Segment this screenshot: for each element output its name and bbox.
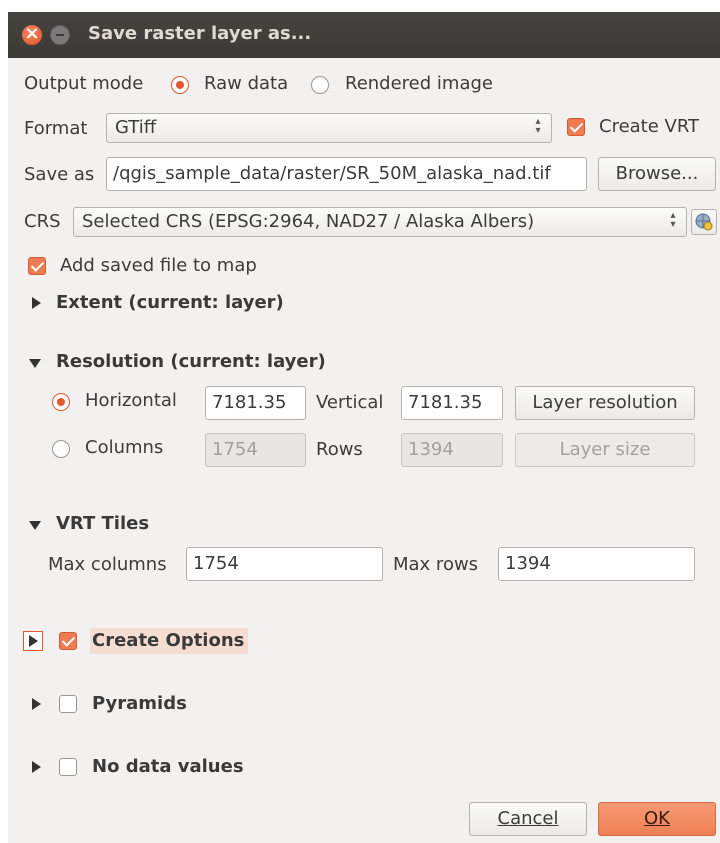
- crs-select[interactable]: Selected CRS (EPSG:2964, NAD27 / Alaska …: [73, 207, 687, 237]
- max-columns-label: Max columns: [48, 554, 167, 575]
- create-vrt-label[interactable]: Create VRT: [599, 116, 699, 137]
- horizontal-radio[interactable]: [52, 393, 70, 411]
- expand-create-options-button[interactable]: [23, 631, 43, 651]
- max-columns-input[interactable]: 1754: [186, 547, 383, 581]
- save-as-input[interactable]: /qgis_sample_data/raster/SR_50M_alaska_n…: [106, 157, 587, 191]
- save-raster-dialog: Save raster layer as... Output mode Raw …: [8, 12, 720, 843]
- no-data-header[interactable]: No data values: [92, 756, 244, 777]
- vertical-label: Vertical: [316, 392, 384, 413]
- add-to-map-label[interactable]: Add saved file to map: [60, 255, 257, 276]
- collapse-vrt-tiles-icon[interactable]: [29, 521, 41, 530]
- create-options-header[interactable]: Create Options: [92, 630, 244, 651]
- rendered-image-label[interactable]: Rendered image: [345, 73, 493, 94]
- create-options-checkbox[interactable]: [59, 632, 77, 650]
- extent-header[interactable]: Extent (current: layer): [56, 292, 284, 313]
- rendered-image-radio[interactable]: [311, 76, 329, 94]
- crs-value: Selected CRS (EPSG:2964, NAD27 / Alaska …: [82, 211, 535, 232]
- columns-input: 1754: [205, 433, 306, 467]
- spinner-icon: ▴ ▾: [670, 210, 676, 230]
- close-icon[interactable]: [22, 23, 42, 45]
- columns-radio[interactable]: [52, 440, 70, 458]
- expand-icon: [29, 635, 38, 647]
- pyramids-header[interactable]: Pyramids: [92, 693, 187, 714]
- layer-resolution-button[interactable]: Layer resolution: [515, 386, 695, 420]
- window-title: Save raster layer as...: [88, 23, 312, 44]
- browse-button[interactable]: Browse...: [598, 157, 716, 191]
- ok-button[interactable]: OK: [598, 802, 716, 836]
- expand-extent-icon[interactable]: [32, 297, 41, 309]
- add-to-map-checkbox[interactable]: [28, 257, 46, 275]
- create-vrt-checkbox[interactable]: [567, 118, 585, 136]
- raw-data-label[interactable]: Raw data: [204, 73, 288, 94]
- collapse-resolution-icon[interactable]: [29, 359, 41, 368]
- resolution-header[interactable]: Resolution (current: layer): [56, 351, 326, 372]
- format-label: Format: [24, 118, 88, 139]
- globe-icon: [695, 213, 713, 231]
- ok-label: OK: [644, 808, 670, 829]
- cancel-label: Cancel: [497, 808, 559, 829]
- layer-size-button: Layer size: [515, 433, 695, 467]
- no-data-checkbox[interactable]: [59, 758, 77, 776]
- max-rows-label: Max rows: [393, 554, 479, 575]
- max-rows-input[interactable]: 1394: [498, 547, 695, 581]
- expand-no-data-icon[interactable]: [32, 761, 41, 773]
- horizontal-label[interactable]: Horizontal: [85, 390, 177, 411]
- rows-label: Rows: [316, 439, 363, 460]
- columns-label[interactable]: Columns: [85, 437, 163, 458]
- output-mode-label: Output mode: [24, 73, 144, 94]
- vertical-input[interactable]: 7181.35: [401, 386, 503, 420]
- title-bar: Save raster layer as...: [8, 12, 720, 58]
- save-as-label: Save as: [24, 164, 95, 185]
- minimize-icon[interactable]: [50, 25, 70, 45]
- crs-selector-button[interactable]: [691, 209, 717, 235]
- spinner-icon: ▴ ▾: [535, 116, 541, 136]
- rows-input: 1394: [401, 433, 503, 467]
- horizontal-input[interactable]: 7181.35: [205, 386, 306, 420]
- expand-pyramids-icon[interactable]: [32, 698, 41, 710]
- raw-data-radio[interactable]: [171, 76, 189, 94]
- cancel-button[interactable]: Cancel: [469, 802, 587, 836]
- crs-label: CRS: [24, 211, 61, 232]
- format-value: GTiff: [115, 117, 157, 138]
- vrt-tiles-header[interactable]: VRT Tiles: [56, 513, 149, 534]
- format-select[interactable]: GTiff ▴ ▾: [106, 113, 552, 143]
- pyramids-checkbox[interactable]: [59, 695, 77, 713]
